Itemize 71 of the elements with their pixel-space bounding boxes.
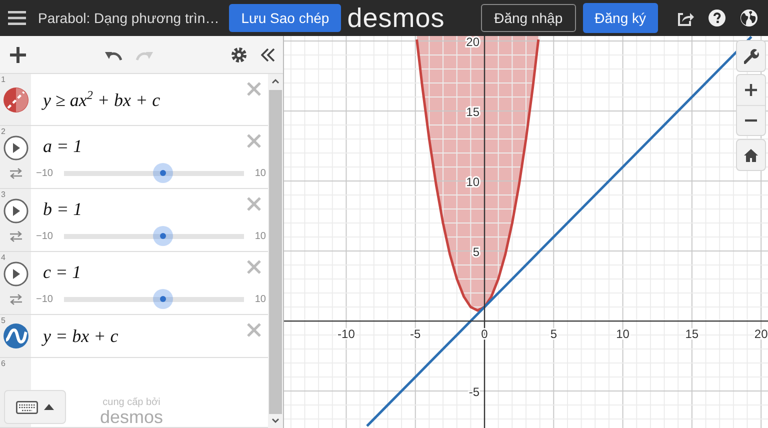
add-item-button[interactable] xyxy=(10,46,26,62)
plus-icon xyxy=(745,84,757,96)
loop-icon[interactable] xyxy=(8,231,22,242)
expression-input[interactable]: y ≥ ax$^{2}$ + bx + c xyxy=(43,88,160,111)
keyboard-icon xyxy=(16,400,38,414)
help-icon xyxy=(708,9,726,27)
inequality-style-icon[interactable] xyxy=(2,86,28,112)
slider-thumb[interactable] xyxy=(153,289,173,309)
slider-thumb[interactable] xyxy=(153,163,173,183)
loop-icon[interactable] xyxy=(8,168,22,179)
play-button-icon[interactable] xyxy=(2,198,28,224)
plus-icon xyxy=(10,46,26,62)
line-number: 2 xyxy=(1,127,6,136)
line-number: 6 xyxy=(1,359,6,368)
x-axis-label: 15 xyxy=(685,327,699,342)
x-axis-label: 5 xyxy=(550,327,557,342)
collapse-list-button[interactable] xyxy=(261,48,275,62)
play-button-icon[interactable] xyxy=(2,261,28,287)
y-axis-label: 15 xyxy=(466,105,480,120)
y-axis-label: 10 xyxy=(466,175,480,190)
caret-up-icon xyxy=(44,404,54,410)
slider-thumb[interactable] xyxy=(153,226,173,246)
graph-title: Parabol: Dạng phương trìn… xyxy=(38,10,220,26)
line-number: 4 xyxy=(1,253,6,262)
x-axis-label: 10 xyxy=(616,327,630,342)
expression-input[interactable]: b = 1 xyxy=(43,199,82,220)
double-chevron-icon xyxy=(261,48,275,62)
line-number: 1 xyxy=(1,75,6,84)
login-button[interactable]: Đăng nhập xyxy=(481,4,576,32)
save-copy-button[interactable]: Lưu Sao chép xyxy=(229,4,342,32)
close-icon xyxy=(247,197,261,211)
play-button-icon[interactable] xyxy=(2,135,28,161)
y-axis-label: 20 xyxy=(466,36,480,50)
desmos-footer-logo: desmos xyxy=(100,408,164,426)
line-style-icon[interactable] xyxy=(2,323,28,349)
scrollbar-thumb[interactable] xyxy=(269,90,282,414)
slider-max-label: 10 xyxy=(254,294,266,304)
wrench-icon xyxy=(744,48,758,64)
powered-by-label: cung cấp bởi xyxy=(102,397,160,408)
menu-icon[interactable] xyxy=(8,11,26,25)
expression-input[interactable]: c = 1 xyxy=(43,262,82,283)
globe-icon xyxy=(740,9,758,27)
minus-icon xyxy=(745,119,757,122)
desmos-logo: desmos xyxy=(347,4,445,32)
settings-icon xyxy=(231,46,247,62)
y-axis-label: 5 xyxy=(472,245,480,260)
close-icon xyxy=(247,260,261,274)
line-number: 3 xyxy=(1,190,6,199)
help-button[interactable] xyxy=(706,7,728,29)
slider-min-label: −10 xyxy=(36,230,54,242)
settings-button[interactable] xyxy=(231,46,247,62)
x-axis-label: -5 xyxy=(410,327,421,342)
keyboard-button[interactable] xyxy=(4,390,66,424)
y-axis-label: -5 xyxy=(468,385,480,400)
slider-min-label: −10 xyxy=(36,294,54,304)
close-icon xyxy=(247,82,261,96)
expression-input[interactable]: y = bx + c xyxy=(43,326,118,346)
close-icon xyxy=(247,323,261,337)
expression-input[interactable]: a = 1 xyxy=(43,136,82,157)
x-axis-label: 20 xyxy=(754,327,768,342)
loop-icon[interactable] xyxy=(8,294,22,305)
line-number: 5 xyxy=(1,316,6,325)
slider-max-label: 10 xyxy=(254,230,266,242)
slider-min-label: −10 xyxy=(36,168,54,178)
share-icon xyxy=(676,10,694,26)
x-axis-label: -10 xyxy=(338,327,355,342)
slider-max-label: 10 xyxy=(254,168,266,178)
language-button[interactable] xyxy=(738,7,760,29)
close-icon xyxy=(247,134,261,148)
home-icon xyxy=(744,148,758,162)
signup-button[interactable]: Đăng ký xyxy=(582,3,658,33)
